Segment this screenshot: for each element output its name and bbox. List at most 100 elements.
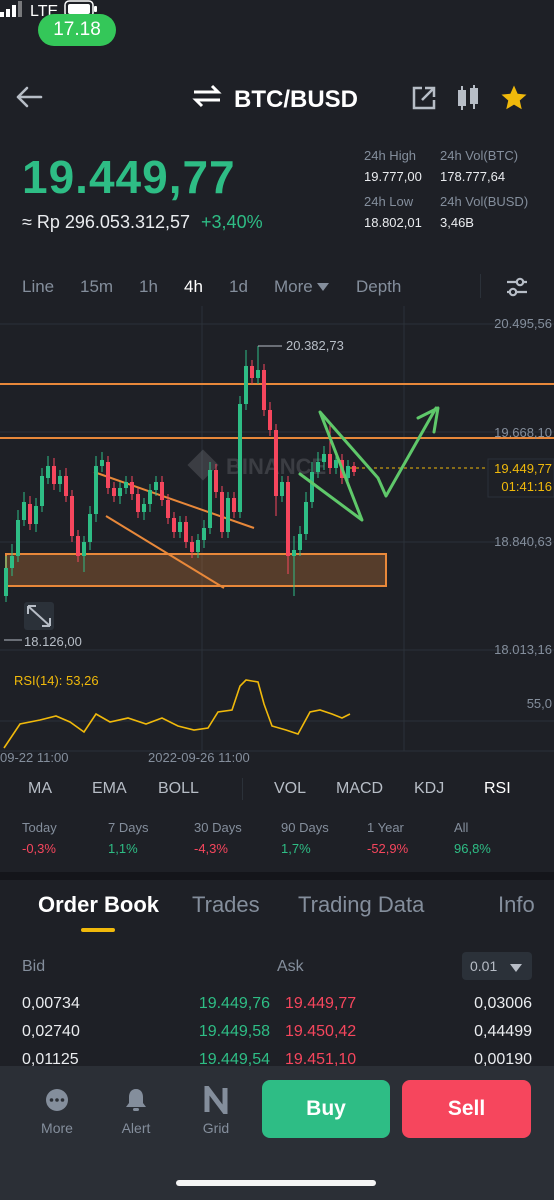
tab-order-book[interactable]: Order Book [38, 892, 159, 918]
candle-body [100, 460, 104, 466]
ind-boll[interactable]: BOLL [158, 780, 199, 798]
nav-alert-label: Alert [121, 1120, 151, 1136]
candle-body [94, 466, 98, 514]
rsi-label: RSI(14): 53,26 [14, 673, 99, 688]
candle-body [154, 482, 158, 490]
ind-macd[interactable]: MACD [336, 780, 383, 798]
candle-body [226, 498, 230, 532]
candle-body [160, 482, 164, 500]
pair-selector[interactable]: BTC/BUSD [192, 84, 358, 115]
candle-body [118, 488, 122, 496]
favorite-star-icon[interactable] [498, 82, 530, 114]
bid-qty: 0,00734 [22, 995, 80, 1012]
candle-body [10, 556, 14, 568]
status-time: 17.18 [38, 14, 116, 46]
indicator-bar: MA EMA BOLL VOL MACD KDJ RSI [0, 772, 554, 806]
candle-body [4, 568, 8, 596]
candle-body [202, 528, 206, 540]
expand-icon[interactable] [24, 602, 54, 630]
orderbook-row[interactable]: 0,02740 19.449,58 19.450,42 0,44499 [0, 1018, 554, 1046]
perf-value: -52,9% [367, 841, 409, 856]
ind-ema[interactable]: EMA [92, 780, 127, 798]
ind-rsi[interactable]: RSI [484, 780, 511, 798]
bottom-action-bar: More Alert Grid Buy Sell [0, 1066, 554, 1200]
perf-label: 90 Days [281, 820, 329, 835]
candle-body [28, 504, 32, 524]
ask-price: 19.449,77 [285, 995, 357, 1012]
candle-body [184, 522, 188, 542]
candle-body [136, 494, 140, 512]
stat-high-value: 19.777,00 [364, 169, 422, 184]
tf-4h[interactable]: 4h [184, 277, 203, 297]
low-marker-label: 18.126,00 [24, 634, 82, 649]
candle-body [298, 534, 302, 550]
precision-select[interactable]: 0.01 [462, 952, 532, 980]
tab-trading-data[interactable]: Trading Data [298, 892, 424, 918]
nav-grid[interactable]: Grid [186, 1084, 246, 1136]
candle-body [40, 476, 44, 506]
candle-body [328, 454, 332, 468]
sell-button[interactable]: Sell [402, 1080, 531, 1138]
candle-body [262, 370, 266, 410]
ask-price: 19.450,42 [285, 1023, 357, 1040]
back-arrow-icon[interactable] [14, 82, 44, 112]
orderbook-row[interactable]: 0,00734 19.449,76 19.449,77 0,03006 [0, 990, 554, 1018]
candle-body [304, 502, 308, 534]
chart-settings-icon[interactable] [504, 274, 530, 300]
rsi-axis-label: 55,0 [527, 696, 552, 711]
nav-more-label: More [41, 1120, 73, 1136]
share-icon[interactable] [410, 84, 438, 112]
perf-value: 96,8% [454, 841, 491, 856]
candle-body [244, 366, 248, 404]
tf-more[interactable]: More [274, 277, 330, 297]
stat-high-label: 24h High [364, 148, 417, 163]
status-bar: 17.18 LTE [0, 0, 554, 64]
rsi-line [3, 679, 351, 749]
tf-15m[interactable]: 15m [80, 277, 113, 297]
tf-1d[interactable]: 1d [229, 277, 248, 297]
candle-body [268, 410, 272, 430]
nav-more[interactable]: More [27, 1084, 87, 1136]
ask-qty: 0,44499 [474, 1023, 532, 1040]
candlestick-chart[interactable]: BINANCE 20.382,73 18.126,00 20.495,56 19… [0, 306, 554, 768]
orderbook-row[interactable]: 0,01125 19.449,54 19.451,10 0,00190 [0, 1046, 554, 1068]
fiat-price: ≈ Rp 296.053.312,57 [22, 212, 191, 232]
perf-value: 1,7% [281, 841, 311, 856]
ind-ma[interactable]: MA [28, 780, 52, 798]
more-dots-icon [27, 1084, 87, 1116]
tab-trades[interactable]: Trades [192, 892, 260, 918]
tf-line[interactable]: Line [22, 277, 54, 297]
tf-more-label: More [274, 277, 313, 296]
nav-alert[interactable]: Alert [106, 1084, 166, 1136]
bid-qty: 0,02740 [22, 1023, 80, 1040]
candle-body [286, 482, 290, 556]
ind-kdj[interactable]: KDJ [414, 780, 444, 798]
perf-label: 30 Days [194, 820, 242, 835]
candle-body [274, 430, 278, 496]
candle-body [142, 504, 146, 512]
grid-bot-icon [186, 1084, 246, 1116]
tf-depth[interactable]: Depth [356, 277, 401, 297]
candle-body [166, 500, 170, 518]
perf-all: All 96,8% [454, 820, 491, 856]
candle-body [232, 498, 236, 512]
candle-body [220, 492, 224, 532]
candle-body [346, 466, 350, 478]
perf-90d: 90 Days 1,7% [281, 820, 329, 856]
last-price: 19.449,77 [22, 151, 236, 203]
candle-body [172, 518, 176, 532]
price-chart[interactable]: BINANCE 20.382,73 18.126,00 20.495,56 19… [0, 306, 554, 768]
buy-button[interactable]: Buy [262, 1080, 390, 1138]
stat-vol-btc-value: 178.777,64 [440, 169, 506, 184]
tab-info[interactable]: Info [498, 892, 535, 918]
tf-1h[interactable]: 1h [139, 277, 158, 297]
candle-mode-icon[interactable] [454, 84, 482, 112]
ind-vol[interactable]: VOL [274, 780, 306, 798]
candle-body [16, 520, 20, 556]
stat-vol-busd-value: 3,46B [440, 215, 474, 230]
bell-icon [106, 1084, 166, 1116]
bid-header: Bid [22, 958, 46, 975]
candle-body [310, 472, 314, 502]
candle-body [148, 490, 152, 504]
candle-body [106, 462, 110, 488]
